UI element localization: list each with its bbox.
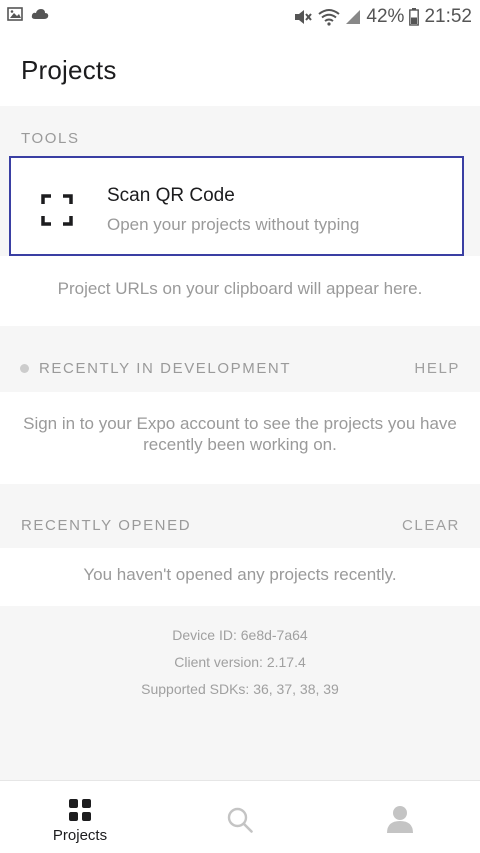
mute-icon	[293, 8, 313, 26]
qr-scan-icon	[41, 194, 73, 231]
wifi-icon	[318, 8, 341, 26]
signal-icon	[345, 9, 361, 25]
battery-icon	[409, 8, 420, 26]
recently-in-development-label: RECENTLY IN DEVELOPMENT	[39, 360, 292, 377]
tools-section-header: TOOLS	[0, 106, 480, 162]
recently-opened-empty-row: You haven't opened any projects recently…	[0, 548, 480, 606]
recently-opened-header: RECENTLY OPENED CLEAR	[0, 484, 480, 548]
recently-opened-label: RECENTLY OPENED	[21, 517, 192, 534]
device-info: Device ID: 6e8d-7a64 Client version: 2.1…	[0, 622, 480, 703]
tab-search[interactable]	[160, 781, 320, 853]
app-screen: 42% 21:52 Projects TOOLS Scan QR Code Op…	[0, 0, 480, 853]
client-version: Client version: 2.17.4	[174, 654, 306, 670]
bottom-tab-bar: Projects	[0, 780, 480, 853]
scan-qr-code-subtitle: Open your projects without typing	[107, 215, 360, 234]
signin-prompt-row[interactable]: Sign in to your Expo account to see the …	[0, 392, 480, 484]
cloud-icon	[31, 7, 49, 21]
scan-qr-code-title: Scan QR Code	[107, 185, 235, 206]
image-icon	[7, 7, 23, 21]
clock: 21:52	[424, 6, 472, 27]
status-bar: 42% 21:52	[0, 0, 480, 34]
search-icon	[227, 807, 253, 838]
clear-button[interactable]: CLEAR	[402, 517, 460, 534]
battery-percent: 42%	[366, 6, 405, 27]
header: Projects	[0, 34, 480, 106]
page-title: Projects	[21, 55, 117, 85]
tools-section-label: TOOLS	[21, 130, 80, 147]
recently-in-development-header: RECENTLY IN DEVELOPMENT HELP	[0, 326, 480, 392]
tab-profile[interactable]	[320, 781, 480, 853]
status-dot	[20, 364, 29, 373]
tab-projects[interactable]: Projects	[0, 781, 160, 853]
supported-sdks: Supported SDKs: 36, 37, 38, 39	[141, 681, 339, 697]
profile-icon	[386, 805, 414, 838]
clipboard-hint-row: Project URLs on your clipboard will appe…	[0, 256, 480, 326]
device-id: Device ID: 6e8d-7a64	[172, 627, 308, 643]
clipboard-hint: Project URLs on your clipboard will appe…	[57, 279, 423, 298]
grid-icon	[69, 799, 91, 826]
help-button[interactable]: HELP	[414, 360, 460, 377]
scan-qr-code-button[interactable]: Scan QR Code Open your projects without …	[9, 156, 464, 256]
signin-prompt: Sign in to your Expo account to see the …	[23, 414, 457, 454]
recently-opened-empty-message: You haven't opened any projects recently…	[83, 565, 397, 584]
tab-projects-label: Projects	[52, 827, 108, 844]
